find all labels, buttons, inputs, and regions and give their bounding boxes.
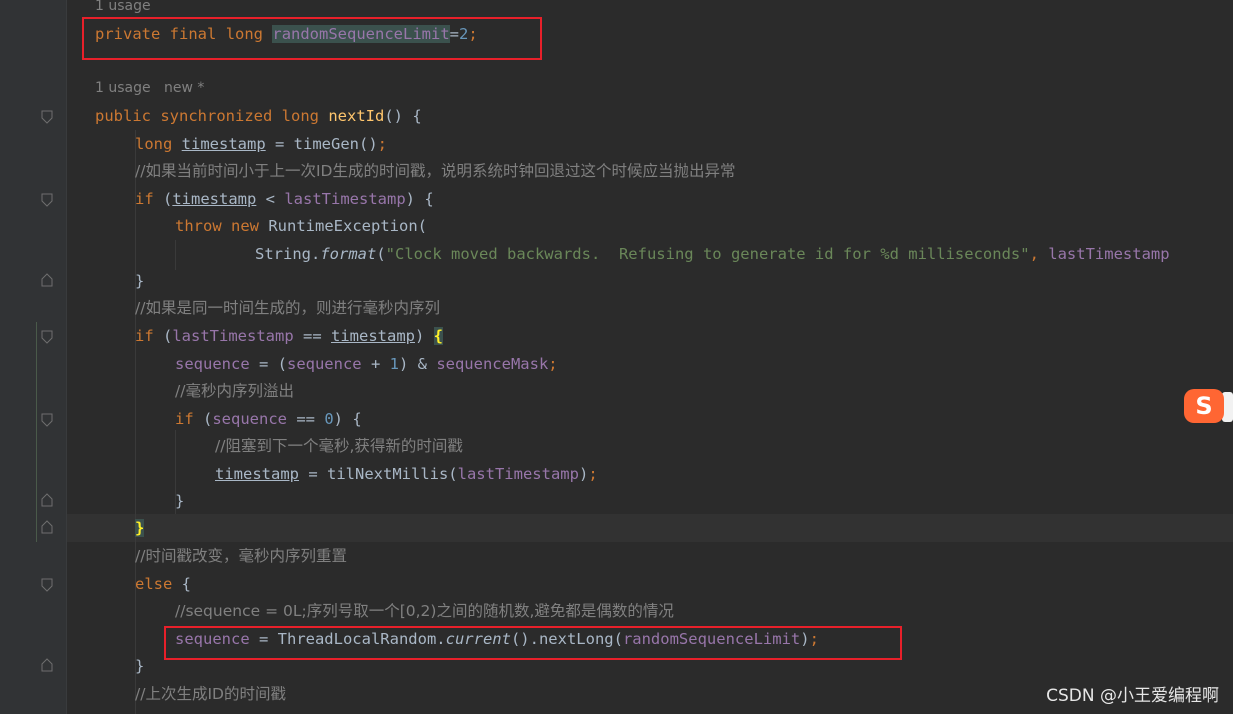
code-text: ( <box>193 410 213 428</box>
string-literal: "Clock moved backwards. Refusing to gene… <box>385 245 1030 263</box>
class-name: String. <box>255 245 321 263</box>
usage-count[interactable]: 1 usage <box>95 80 151 96</box>
code-line[interactable]: } <box>135 267 144 295</box>
field-name: lastTimestamp <box>1048 245 1170 263</box>
code-line[interactable]: } <box>175 487 184 515</box>
comma: , <box>1029 245 1049 263</box>
code-text: = timeGen() <box>265 135 378 153</box>
comment-line[interactable]: //如果是同一时间生成的，则进行毫秒内序列 <box>135 294 440 322</box>
code-text: () { <box>384 107 422 125</box>
sogou-ime-icon[interactable]: S <box>1184 389 1224 423</box>
field-name: sequence <box>212 410 287 428</box>
code-line[interactable]: else { <box>135 570 191 598</box>
matched-brace: } <box>135 519 145 537</box>
code-line[interactable]: public synchronized long nextId() { <box>95 102 422 130</box>
fold-close-icon[interactable] <box>41 658 53 672</box>
code-text: ) <box>578 465 589 483</box>
code-text: == <box>287 410 325 428</box>
keyword: if <box>135 190 154 208</box>
fold-open-icon[interactable] <box>41 110 53 124</box>
code-line[interactable]: } <box>135 514 145 542</box>
variable: timestamp <box>331 327 415 345</box>
comment-line[interactable]: //sequence = 0L;序列号取一个[0,2)之间的随机数,避免都是偶数… <box>175 597 674 625</box>
semicolon: ; <box>377 135 387 153</box>
code-text: == <box>293 327 331 345</box>
fold-close-icon[interactable] <box>41 520 53 534</box>
code-line[interactable]: throw new RuntimeException( <box>175 212 427 240</box>
comment-line[interactable]: //阻塞到下一个毫秒,获得新的时间戳 <box>215 432 463 460</box>
code-text: = ( <box>249 355 287 373</box>
code-line[interactable]: sequence = (sequence + 1) & sequenceMask… <box>175 350 558 378</box>
code-text: ( <box>153 327 173 345</box>
variable: timestamp <box>181 135 266 153</box>
code-text: ) { <box>333 410 362 428</box>
keyword: synchronized <box>160 107 273 125</box>
keyword: public <box>95 107 151 125</box>
indent-guide <box>175 240 176 270</box>
field-name: lastTimestamp <box>284 190 406 208</box>
method-name: nextId <box>328 107 385 125</box>
field-name: lastTimestamp <box>457 465 579 483</box>
comment-line[interactable]: //如果当前时间小于上一次ID生成的时间戳，说明系统时钟回退过这个时候应当抛出异… <box>135 157 735 185</box>
keyword: if <box>135 327 154 345</box>
keyword: throw <box>175 217 222 235</box>
comment-line[interactable]: //毫秒内序列溢出 <box>175 377 294 405</box>
keyword: else <box>135 575 173 593</box>
keyword: new <box>231 217 260 235</box>
semicolon: ; <box>588 465 598 483</box>
field-name: sequence <box>175 355 250 373</box>
fold-open-icon[interactable] <box>41 413 53 427</box>
fold-close-icon[interactable] <box>41 273 53 287</box>
code-line[interactable]: if (timestamp < lastTimestamp) { <box>135 185 434 213</box>
code-text: ) <box>415 327 434 345</box>
comment-line[interactable]: //时间戳改变，毫秒内序列重置 <box>135 542 347 570</box>
code-line[interactable]: String.format("Clock moved backwards. Re… <box>255 240 1170 268</box>
fold-open-icon[interactable] <box>41 193 53 207</box>
current-line-highlight <box>67 514 1233 542</box>
code-text: + <box>361 355 390 373</box>
usage-hint[interactable]: 1 usage <box>95 0 151 14</box>
code-text: < <box>256 190 285 208</box>
code-text: { <box>172 575 191 593</box>
annotation-box <box>82 17 542 60</box>
field-name: sequenceMask <box>436 355 549 373</box>
code-text: ( <box>376 245 386 263</box>
code-line[interactable]: timestamp = tilNextMillis(lastTimestamp)… <box>215 460 598 488</box>
code-line[interactable]: } <box>135 652 144 680</box>
variable: timestamp <box>172 190 257 208</box>
keyword: if <box>175 410 194 428</box>
fold-close-icon[interactable] <box>41 493 53 507</box>
indent-guide <box>36 322 37 542</box>
code-text: ) { <box>405 190 434 208</box>
variable: timestamp <box>215 465 299 483</box>
code-text: ( <box>153 190 173 208</box>
keyword: long <box>281 107 319 125</box>
number: 1 <box>389 355 399 373</box>
indent-guide <box>135 130 136 714</box>
fold-open-icon[interactable] <box>41 578 53 592</box>
code-text: ) & <box>398 355 437 373</box>
code-line[interactable]: if (sequence == 0) { <box>175 405 362 433</box>
annotation-box <box>164 626 902 660</box>
editor-gutter <box>0 0 67 714</box>
watermark: CSDN @小王爱编程啊 <box>1046 686 1219 706</box>
fold-open-icon[interactable] <box>41 330 53 344</box>
matched-brace: { <box>433 327 444 345</box>
code-line[interactable]: if (lastTimestamp == timestamp) { <box>135 322 444 350</box>
code-text: RuntimeException( <box>259 217 427 235</box>
number: 0 <box>324 410 334 428</box>
field-name: sequence <box>286 355 362 373</box>
keyword: long <box>135 135 173 153</box>
author-hint[interactable]: new * <box>164 80 204 96</box>
comment-line[interactable]: //上次生成ID的时间戳 <box>135 680 286 708</box>
usage-hint[interactable]: 1 usage new * <box>95 80 204 96</box>
method-name: format <box>320 245 377 263</box>
code-line[interactable]: long timestamp = timeGen(); <box>135 130 387 158</box>
semicolon: ; <box>548 355 558 373</box>
field-name: lastTimestamp <box>172 327 294 345</box>
code-text: = tilNextMillis( <box>299 465 458 483</box>
